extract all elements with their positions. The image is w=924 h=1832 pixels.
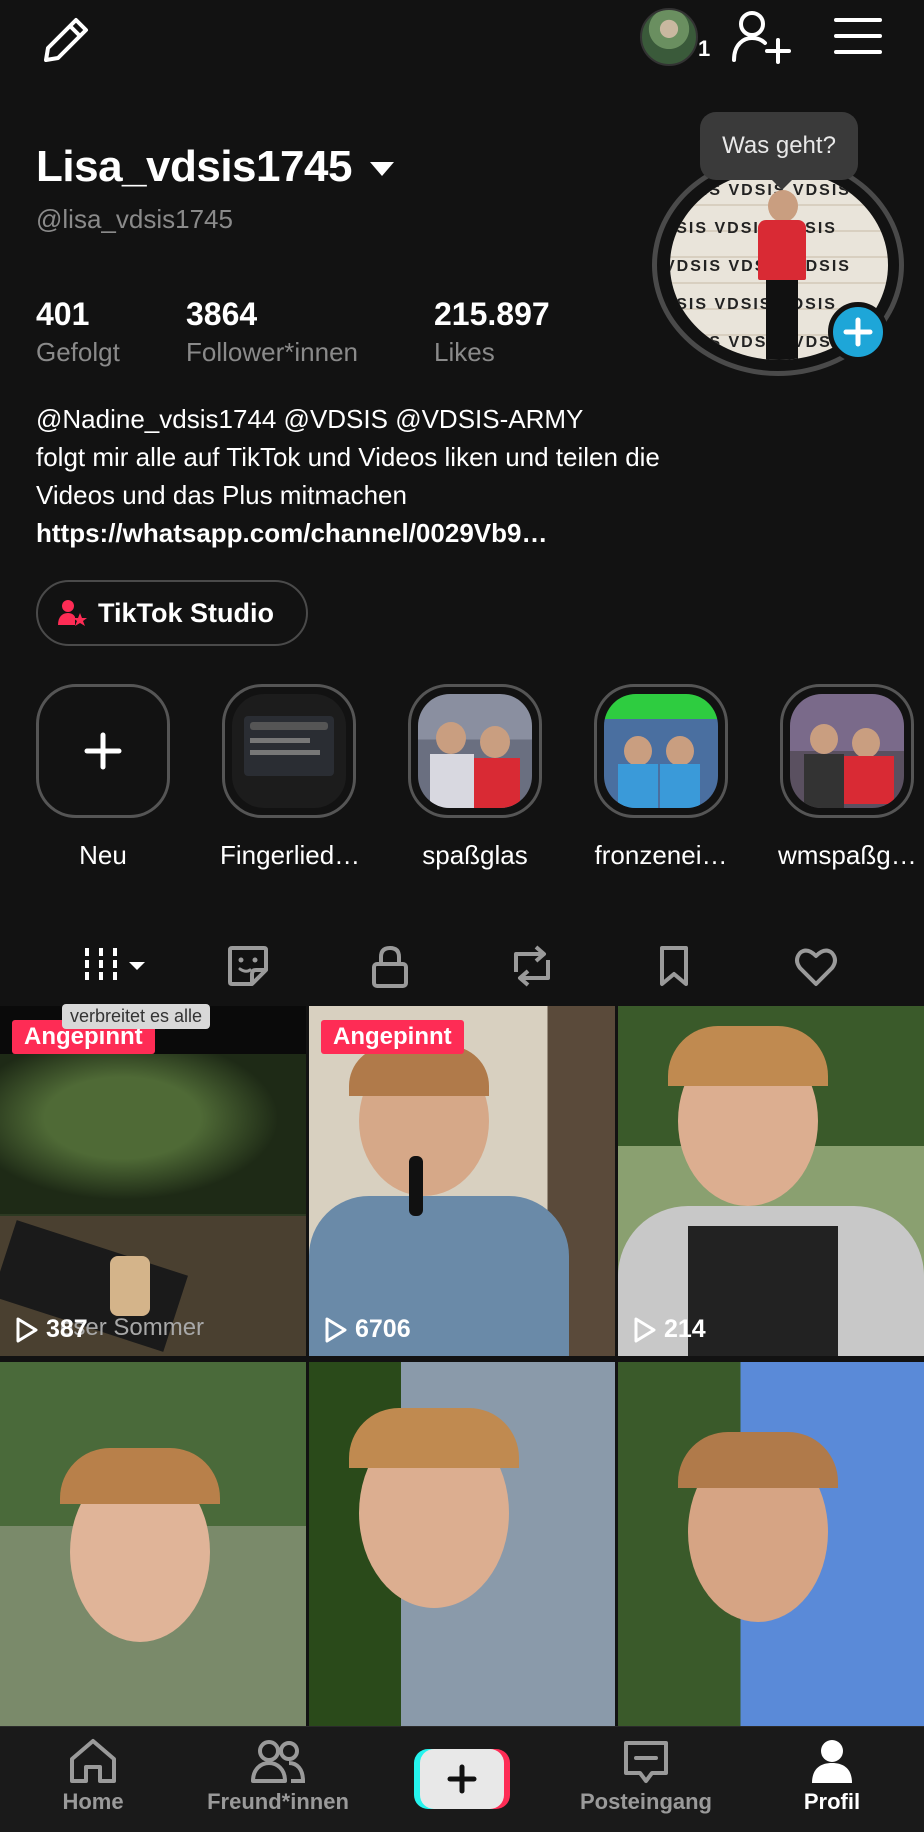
highlight-label: Neu xyxy=(79,840,127,870)
add-story-button[interactable] xyxy=(828,302,888,362)
tab-saved[interactable] xyxy=(638,930,710,1002)
video-thumbnail[interactable] xyxy=(0,1362,306,1726)
bottom-navigation: Home Freund*innen Posteingang Profil xyxy=(0,1726,924,1832)
play-icon xyxy=(634,1317,656,1342)
bio-line: Videos und das Plus mitmachen xyxy=(36,480,407,510)
tab-stickers[interactable] xyxy=(212,930,284,1002)
plus-icon xyxy=(843,317,873,347)
video-caption-chip: verbreitet es alle xyxy=(62,1004,211,1029)
tab-videos[interactable] xyxy=(70,930,160,1002)
stat-followers[interactable]: 3864 Follower*innen xyxy=(186,296,358,368)
nav-friends[interactable]: Freund*innen xyxy=(198,1737,358,1815)
video-thumbnail[interactable] xyxy=(309,1362,615,1726)
bio-mentions[interactable]: @Nadine_vdsis1744 @VDSIS @VDSIS-ARMY xyxy=(36,400,896,438)
studio-icon xyxy=(58,600,87,626)
bookmark-icon xyxy=(660,946,688,986)
highlight-label: spaßglas xyxy=(422,840,528,870)
nav-inbox-label: Posteingang xyxy=(579,1789,712,1814)
inbox-icon xyxy=(624,1741,668,1783)
hamburger-menu-icon[interactable] xyxy=(834,16,882,56)
tab-private[interactable] xyxy=(354,930,426,1002)
grid-filter-icon xyxy=(85,948,145,984)
nav-friends-label: Freund*innen xyxy=(207,1789,349,1814)
bio-line: folgt mir alle auf TikTok und Videos lik… xyxy=(36,442,660,472)
nav-home-label: Home xyxy=(62,1789,124,1814)
highlight-new[interactable]: Neu xyxy=(34,684,172,871)
highlight-thumbnail xyxy=(790,694,904,808)
highlight-item[interactable]: spaßglas xyxy=(406,684,544,871)
tab-liked[interactable] xyxy=(780,930,852,1002)
highlight-label: Fingerlied… xyxy=(220,840,361,870)
lock-icon xyxy=(372,945,408,988)
video-thumbnail[interactable]: Angepinnt 6706 xyxy=(309,1006,615,1356)
pinned-badge: Angepinnt xyxy=(321,1020,464,1054)
video-grid: Angepinnt eser Sommer 387 Angepinnt 6706… xyxy=(0,1006,924,1726)
highlight-thumbnail xyxy=(604,694,718,808)
nav-profile[interactable]: Profil xyxy=(752,1737,912,1815)
highlight-ring xyxy=(408,684,542,818)
profile-handle: @lisa_vdsis1745 xyxy=(36,204,233,234)
stat-likes[interactable]: 215.897 Likes xyxy=(434,296,550,368)
view-count-value: 214 xyxy=(664,1315,706,1343)
tooltip-tail xyxy=(770,178,794,190)
profile-bio: @Nadine_vdsis1744 @VDSIS @VDSIS-ARMY fol… xyxy=(36,400,896,552)
profile-icon xyxy=(812,1740,852,1783)
stat-likes-value: 215.897 xyxy=(434,296,550,332)
nav-home[interactable]: Home xyxy=(13,1737,173,1815)
studio-button-label: TikTok Studio xyxy=(98,597,275,628)
stat-following-label: Gefolgt xyxy=(36,337,120,367)
video-thumbnail[interactable]: Angepinnt eser Sommer 387 xyxy=(0,1006,306,1356)
highlight-thumbnail xyxy=(418,694,532,808)
video-thumbnail[interactable] xyxy=(618,1362,924,1726)
stat-following-value: 401 xyxy=(36,296,90,332)
video-thumbnail[interactable]: 214 xyxy=(618,1006,924,1356)
highlight-label: fronzenei… xyxy=(594,840,728,870)
highlight-ring xyxy=(594,684,728,818)
repost-icon xyxy=(514,945,550,987)
bio-link[interactable]: https://whatsapp.com/channel/0029Vb9… xyxy=(36,514,896,552)
top-bar: 1 xyxy=(0,0,924,80)
profile-username[interactable]: Lisa_vdsis1745 xyxy=(36,142,352,192)
friend-avatar[interactable] xyxy=(640,8,698,66)
play-icon xyxy=(16,1317,38,1342)
highlight-thumbnail xyxy=(232,694,346,808)
highlight-ring xyxy=(36,684,170,818)
highlight-item[interactable]: wmspaßg… xyxy=(778,684,917,871)
sticker-icon xyxy=(228,946,268,986)
stat-likes-label: Likes xyxy=(434,337,495,367)
heart-icon xyxy=(795,948,837,986)
add-user-icon[interactable] xyxy=(730,10,792,64)
tiktok-studio-button[interactable]: TikTok Studio xyxy=(36,580,308,646)
profile-person-figure xyxy=(758,190,806,360)
view-count: 214 xyxy=(632,1315,706,1344)
edit-pencil-icon[interactable] xyxy=(38,12,94,68)
stat-followers-value: 3864 xyxy=(186,296,258,332)
view-count-value: 6706 xyxy=(355,1315,411,1343)
tab-reposts[interactable] xyxy=(496,930,568,1002)
home-icon xyxy=(70,1739,116,1783)
highlight-item[interactable]: Fingerlied… xyxy=(220,684,361,871)
highlight-item[interactable]: fronzenei… xyxy=(592,684,730,871)
stat-followers-label: Follower*innen xyxy=(186,337,358,367)
play-icon xyxy=(325,1317,347,1342)
view-count: 6706 xyxy=(323,1315,411,1344)
view-count-value: 387 xyxy=(46,1315,88,1343)
stat-following[interactable]: 401 Gefolgt xyxy=(36,296,120,368)
nav-inbox[interactable]: Posteingang xyxy=(566,1737,726,1815)
highlight-ring xyxy=(222,684,356,818)
create-video-button[interactable] xyxy=(414,1749,510,1809)
friends-icon xyxy=(251,1740,306,1783)
friend-notification-count: 1 xyxy=(698,36,711,61)
account-switch-caret-icon[interactable] xyxy=(370,162,394,176)
highlight-ring xyxy=(780,684,914,818)
highlight-label: wmspaßg… xyxy=(778,840,917,870)
plus-icon xyxy=(84,732,122,770)
profile-content-tabs xyxy=(0,930,924,1014)
nav-profile-label: Profil xyxy=(803,1789,861,1814)
status-tooltip[interactable]: Was geht? xyxy=(700,112,858,180)
view-count: 387 xyxy=(14,1315,88,1344)
